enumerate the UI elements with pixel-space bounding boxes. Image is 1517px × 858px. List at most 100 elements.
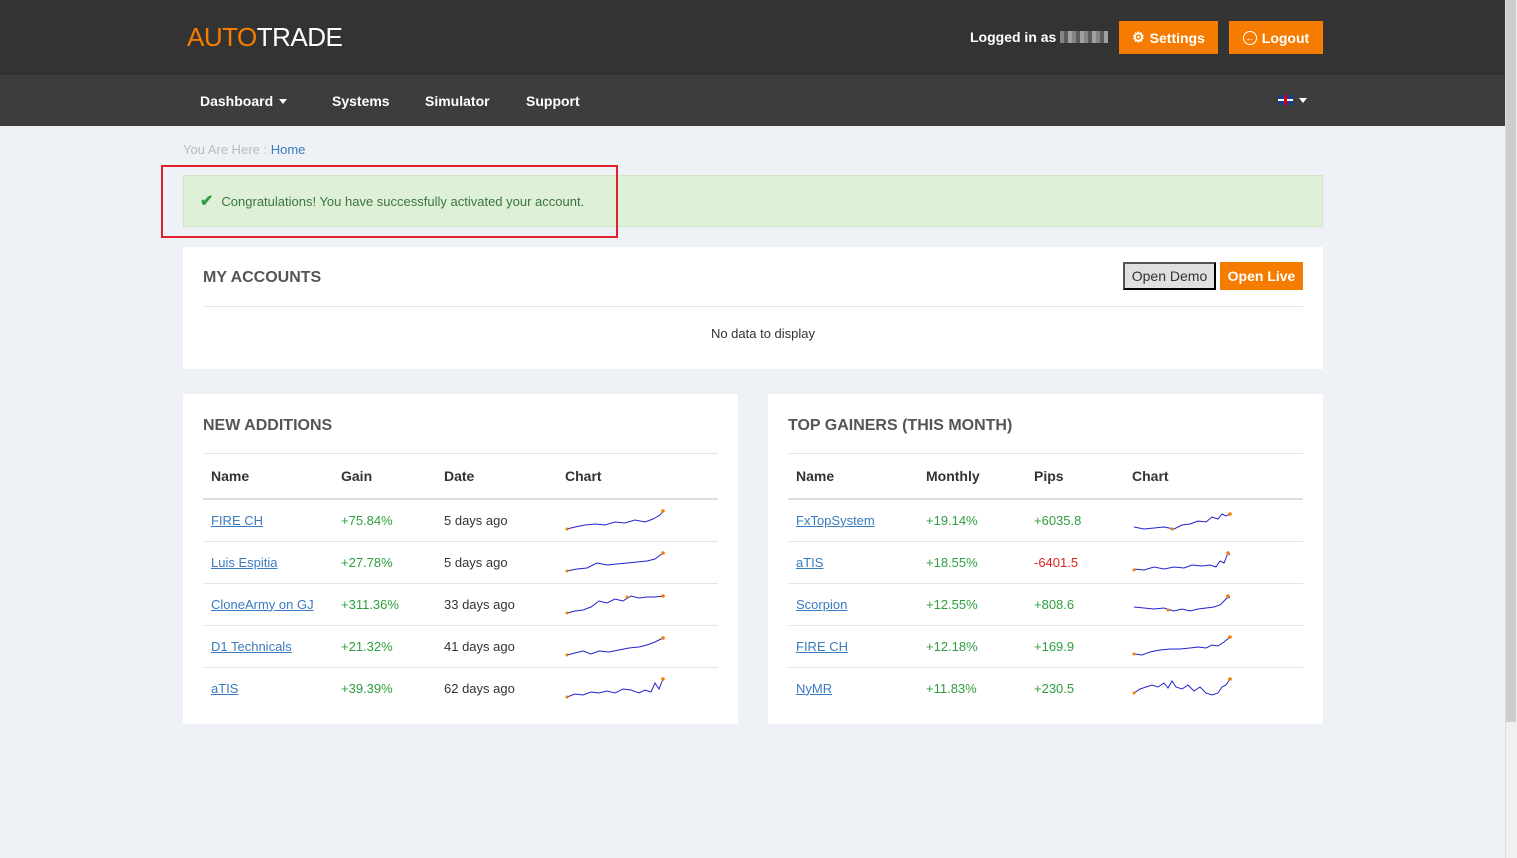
nav-support-label: Support	[526, 93, 580, 109]
page-scrollbar[interactable]	[1505, 0, 1517, 858]
nav-item-systems[interactable]: Systems	[332, 93, 390, 109]
language-selector[interactable]	[1278, 95, 1307, 105]
monthly-value: +19.14%	[918, 498, 1026, 541]
sparkline-chart	[1132, 677, 1232, 696]
table-row: Scorpion +12.55% +808.6	[788, 582, 1303, 625]
logo-auto: AUTO	[187, 22, 257, 52]
gain-value: +39.39%	[333, 666, 436, 709]
monthly-value: +11.83%	[918, 666, 1026, 709]
nav-item-simulator[interactable]: Simulator	[425, 93, 490, 109]
col-header-chart: Chart	[557, 454, 718, 500]
sparkline-chart	[565, 636, 665, 657]
nav-item-dashboard[interactable]: Dashboard	[200, 93, 288, 109]
date-value: 33 days ago	[436, 582, 557, 625]
top-gainers-title: TOP GAINERS (THIS MONTH)	[788, 417, 1013, 434]
nav-simulator-label: Simulator	[425, 93, 490, 109]
no-data-text: No data to display	[710, 326, 816, 341]
system-link[interactable]: D1 Technicals	[211, 639, 292, 654]
monthly-value: +12.55%	[918, 582, 1026, 625]
breadcrumb-prefix: You Are Here :	[183, 142, 268, 157]
nav-dashboard-label: Dashboard	[200, 93, 274, 109]
system-link[interactable]: CloneArmy on GJ	[211, 597, 314, 612]
top-gainers-panel: TOP GAINERS (THIS MONTH) Name Monthly Pi…	[768, 394, 1323, 724]
table-row: CloneArmy on GJ +311.36% 33 days ago	[203, 582, 718, 625]
divider	[203, 306, 1303, 307]
highlight-box	[161, 165, 618, 238]
top-header: AUTOTRADE Logged in as ⚙ Settings ← Logo…	[0, 0, 1505, 75]
system-link[interactable]: NyMR	[796, 681, 832, 696]
open-demo-button[interactable]: Open Demo	[1123, 262, 1216, 290]
system-link[interactable]: FxTopSystem	[796, 513, 875, 528]
logo-trade: TRADE	[256, 22, 343, 52]
col-header-chart: Chart	[1124, 454, 1303, 500]
chevron-down-icon	[279, 98, 288, 104]
pips-value: +6035.8	[1026, 498, 1124, 541]
pips-value: +230.5	[1026, 666, 1124, 709]
table-header-row: Name Gain Date Chart	[203, 454, 718, 500]
pips-value: -6401.5	[1026, 540, 1124, 583]
date-value: 41 days ago	[436, 624, 557, 667]
table-row: aTIS +18.55% -6401.5	[788, 540, 1303, 583]
my-accounts-title: MY ACCOUNTS	[203, 269, 322, 286]
uk-flag-icon	[1278, 95, 1293, 105]
logged-in-info: Logged in as	[970, 29, 1109, 45]
col-header-name: Name	[203, 454, 333, 500]
username-redacted	[1060, 31, 1109, 43]
pips-value: +169.9	[1026, 624, 1124, 667]
sparkline-chart	[565, 594, 665, 615]
sparkline-chart	[565, 677, 665, 699]
scrollbar-thumb[interactable]	[1506, 0, 1516, 722]
open-live-button[interactable]: Open Live	[1220, 262, 1303, 290]
system-link[interactable]: FIRE CH	[211, 513, 263, 528]
date-value: 5 days ago	[436, 498, 557, 541]
logout-label: Logout	[1261, 29, 1310, 46]
breadcrumb-home-link[interactable]: Home	[271, 142, 306, 157]
new-additions-title: NEW ADDITIONS	[203, 417, 333, 434]
nav-item-support[interactable]: Support	[526, 93, 580, 109]
gain-value: +311.36%	[333, 582, 436, 625]
date-value: 62 days ago	[436, 666, 557, 709]
system-link[interactable]: aTIS	[211, 681, 238, 696]
system-link[interactable]: aTIS	[796, 555, 823, 570]
new-additions-panel: NEW ADDITIONS Name Gain Date Chart FIRE …	[183, 394, 738, 724]
gain-value: +21.32%	[333, 624, 436, 667]
breadcrumb: You Are Here : Home	[183, 142, 305, 157]
system-link[interactable]: Luis Espitia	[211, 555, 277, 570]
table-row: FxTopSystem +19.14% +6035.8	[788, 498, 1303, 541]
table-row: FIRE CH +75.84% 5 days ago	[203, 498, 718, 541]
top-gainers-table: Name Monthly Pips Chart FxTopSystem +19.…	[788, 454, 1303, 709]
new-additions-table: Name Gain Date Chart FIRE CH +75.84% 5 d…	[203, 454, 718, 709]
sparkline-chart	[565, 509, 665, 531]
sparkline-chart	[1132, 635, 1232, 656]
gain-value: +27.78%	[333, 540, 436, 583]
date-value: 5 days ago	[436, 540, 557, 583]
logout-icon: ←	[1242, 30, 1257, 45]
sparkline-chart	[565, 551, 665, 573]
monthly-value: +18.55%	[918, 540, 1026, 583]
system-link[interactable]: Scorpion	[796, 597, 847, 612]
system-link[interactable]: FIRE CH	[796, 639, 848, 654]
settings-button[interactable]: ⚙ Settings	[1119, 21, 1218, 54]
sparkline-chart	[1132, 551, 1231, 572]
col-header-pips: Pips	[1026, 454, 1124, 500]
col-header-date: Date	[436, 454, 557, 500]
table-header-row: Name Monthly Pips Chart	[788, 454, 1303, 500]
monthly-value: +12.18%	[918, 624, 1026, 667]
my-accounts-panel: MY ACCOUNTS Open Demo Open Live No data …	[183, 247, 1323, 369]
col-header-name: Name	[788, 454, 918, 500]
logout-button[interactable]: ← Logout	[1229, 21, 1323, 54]
settings-label: Settings	[1149, 29, 1205, 46]
table-row: FIRE CH +12.18% +169.9	[788, 624, 1303, 667]
col-header-gain: Gain	[333, 454, 436, 500]
gain-value: +75.84%	[333, 498, 436, 541]
nav-systems-label: Systems	[332, 93, 390, 109]
table-row: NyMR +11.83% +230.5	[788, 666, 1303, 709]
sparkline-chart	[1133, 512, 1232, 531]
col-header-monthly: Monthly	[918, 454, 1026, 500]
chevron-down-icon	[1299, 97, 1307, 103]
sparkline-chart	[1133, 594, 1231, 612]
pips-value: +808.6	[1026, 582, 1124, 625]
table-row: D1 Technicals +21.32% 41 days ago	[203, 624, 718, 667]
gear-icon: ⚙	[1132, 29, 1145, 45]
logo[interactable]: AUTOTRADE	[187, 22, 343, 53]
